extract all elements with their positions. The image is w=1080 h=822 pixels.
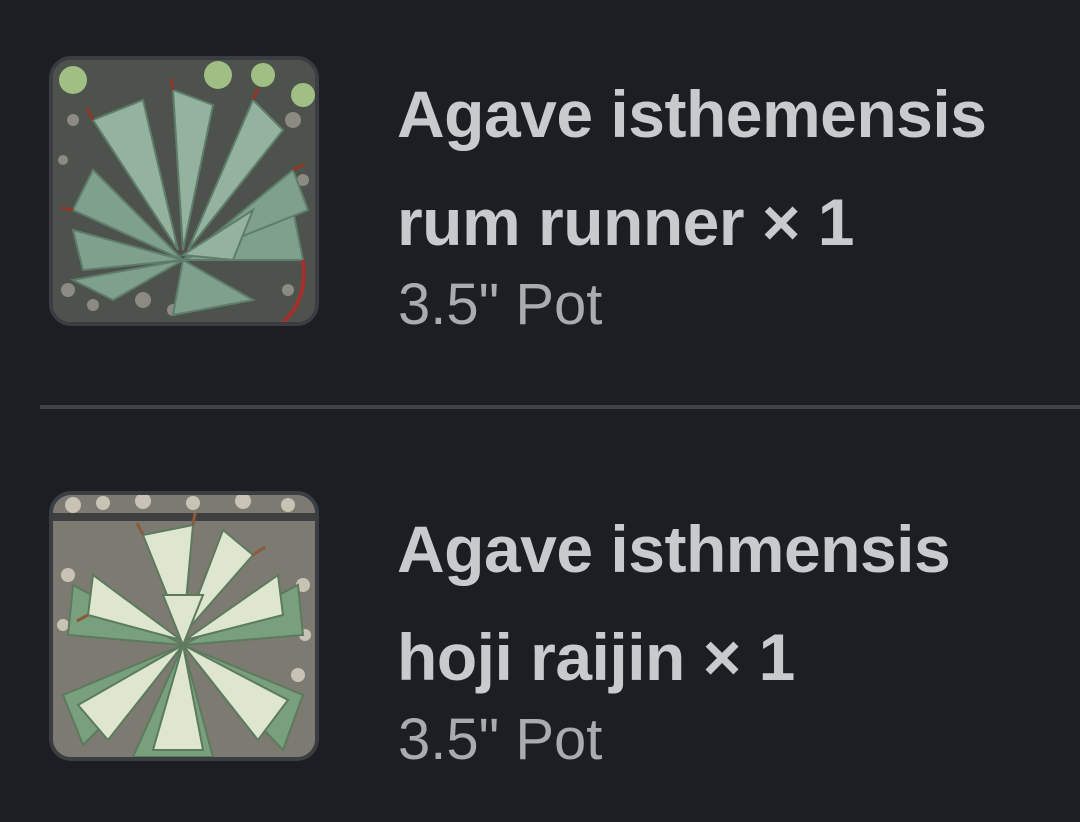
product-variant: 3.5" Pot — [398, 272, 603, 337]
agave-hoji-raijin-image — [53, 495, 315, 757]
product-title-line: hoji raijin × 1 — [397, 620, 795, 694]
cart-item[interactable]: Agave isthemensis rum runner × 1 3.5" Po… — [0, 40, 1080, 340]
product-title-line: Agave isthemensis — [397, 77, 987, 151]
product-variant: 3.5" Pot — [398, 707, 603, 772]
product-title[interactable]: Agave isthmensis hoji raijin × 1 — [397, 495, 1067, 711]
plant-photo-icon[interactable] — [49, 491, 319, 761]
cart-item[interactable]: Agave isthmensis hoji raijin × 1 3.5" Po… — [0, 475, 1080, 775]
cart-item-list: Agave isthemensis rum runner × 1 3.5" Po… — [0, 0, 1080, 822]
product-title[interactable]: Agave isthemensis rum runner × 1 — [397, 60, 1067, 276]
agave-rum-runner-image — [53, 60, 315, 322]
product-title-line: Agave isthmensis — [397, 512, 951, 586]
divider — [40, 405, 1080, 409]
plant-photo-icon[interactable] — [49, 56, 319, 326]
product-title-line: rum runner × 1 — [397, 185, 854, 259]
